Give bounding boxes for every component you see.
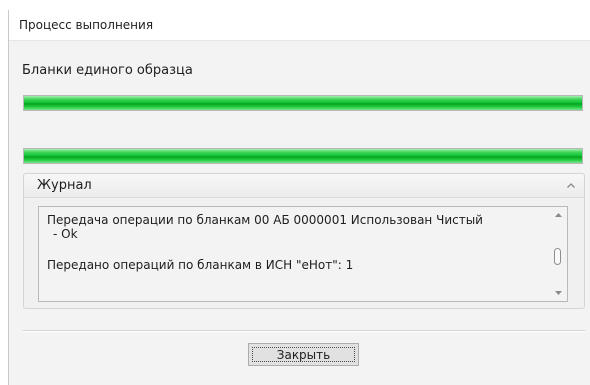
close-button-label: Закрыть (252, 347, 355, 362)
log-scrollbar[interactable] (550, 207, 567, 301)
forms-progress-fill (24, 96, 582, 110)
forms-progress-bar (23, 95, 583, 111)
journal-header[interactable]: Журнал (24, 174, 584, 198)
log-spacer (47, 241, 542, 258)
overall-progress-bar (23, 148, 583, 164)
log-line: - Ok (53, 227, 78, 241)
journal-title: Журнал (37, 178, 92, 193)
close-button[interactable]: Закрыть (248, 343, 359, 366)
section-label: Бланки единого образца (22, 63, 193, 78)
scrollbar-thumb[interactable] (554, 248, 561, 265)
scrollbar-track[interactable] (550, 223, 567, 285)
chevron-up-icon[interactable] (558, 182, 584, 189)
overall-progress-fill (24, 149, 582, 163)
progress-dialog: Процесс выполнения Бланки единого образц… (8, 10, 590, 385)
journal-log-text: Передача операции по бланкам 00 АБ 00000… (39, 207, 550, 301)
scroll-up-icon[interactable] (550, 207, 567, 223)
journal-panel: Журнал Передача операции по бланкам 00 А… (23, 173, 585, 309)
log-line: Передано операций по бланкам в ИСН "еНот… (47, 258, 354, 272)
journal-log[interactable]: Передача операции по бланкам 00 АБ 00000… (38, 206, 568, 302)
dialog-title: Процесс выполнения (19, 18, 154, 32)
scroll-down-icon[interactable] (550, 285, 567, 301)
dialog-titlebar: Процесс выполнения (9, 10, 590, 41)
footer-divider (23, 330, 585, 332)
log-line: Передача операции по бланкам 00 АБ 00000… (47, 213, 483, 227)
